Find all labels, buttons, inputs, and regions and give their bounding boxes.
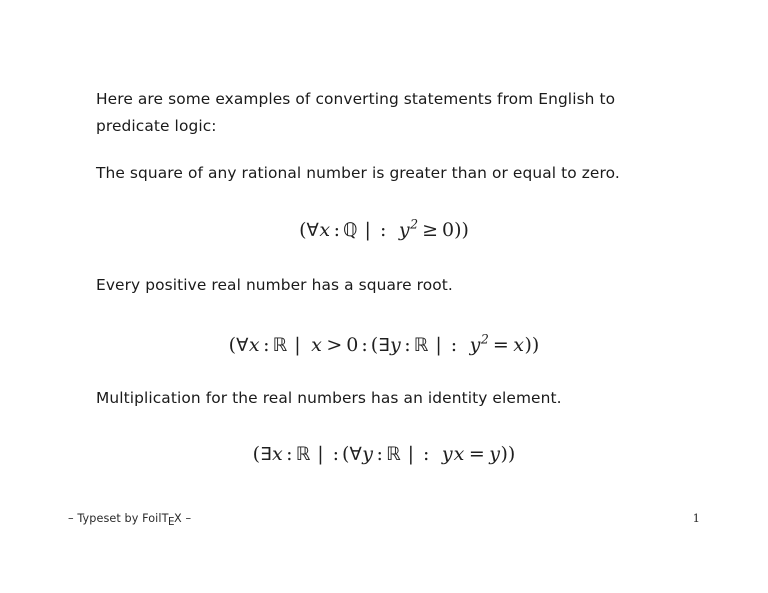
exists-icon: ∃	[260, 444, 272, 465]
reals-set-icon: ℝ	[272, 334, 288, 356]
reals-set-icon: ℝ	[413, 334, 429, 356]
statement-1: The square of any rational number is gre…	[96, 164, 620, 182]
formula-2-inner-bar: |	[435, 333, 442, 356]
formula-3-inner-bar: |	[407, 443, 414, 465]
formula-3-open-paren: (	[252, 443, 261, 465]
formula-1-body-var: y	[398, 219, 410, 241]
formula-1-exponent: 2	[410, 216, 419, 232]
forall-icon: ∀	[349, 444, 362, 465]
formula-2-range-lhs: x	[311, 333, 322, 356]
formula-2-colon-2: :	[361, 333, 368, 356]
intro-line-1: Here are some examples of converting sta…	[96, 90, 616, 108]
formula-2-inner-colon-1: :	[404, 333, 411, 356]
formula-2-colon-1: :	[263, 333, 270, 356]
slide-content: Here are some examples of converting sta…	[68, 86, 700, 465]
formula-3-colon-1: :	[286, 443, 293, 465]
reals-set-icon: ℝ	[295, 444, 311, 465]
formula-3-bar: |	[317, 443, 324, 465]
formula-1-bar: |	[364, 219, 371, 241]
page-number: 1	[692, 511, 700, 525]
equals-icon: =	[468, 443, 485, 465]
formula-3-close-parens: ))	[500, 443, 516, 465]
formula-2-bound-var: x	[248, 333, 260, 356]
formula-2-close-parens: ))	[524, 333, 540, 356]
formula-3-inner-colon-2: :	[423, 443, 430, 465]
formula-2-body-var: y	[469, 333, 481, 356]
slide-footer: – Typeset by FoilTEX – 1	[68, 511, 700, 529]
formula-2-range-rhs: 0	[346, 333, 359, 356]
equals-icon: =	[492, 333, 509, 356]
forall-icon: ∀	[236, 334, 249, 356]
formula-2-rhs: x	[513, 333, 524, 356]
geq-icon: ≥	[422, 219, 438, 241]
formula-3-bound-var: x	[271, 443, 283, 465]
formula-2: (∀x: ℝ | x >0: (∃y: ℝ |: y2 = x))	[68, 332, 700, 356]
formula-3-body-lhs-b: x	[453, 443, 465, 465]
formula-1-colon-1: :	[333, 219, 340, 241]
greater-than-icon: >	[326, 333, 343, 356]
reals-set-icon: ℝ	[385, 444, 401, 465]
typeset-credit-suffix: –	[185, 512, 192, 525]
formula-3: (∃x: ℝ |: (∀y: ℝ |: yx = y))	[68, 445, 700, 465]
intro-line-2: predicate logic:	[96, 117, 217, 135]
formula-3-rhs: y	[489, 443, 501, 465]
formula-2-bar: |	[294, 333, 301, 356]
formula-2-open-paren: (	[228, 333, 237, 356]
formula-1-open-paren: (	[299, 219, 307, 241]
intro-paragraph: Here are some examples of converting sta…	[68, 86, 700, 140]
formula-1-close-parens: ))	[454, 219, 469, 241]
formula-1-rhs: 0	[441, 219, 455, 241]
tex-logo: TEX	[162, 512, 182, 528]
formula-1: (∀x: ℚ |: y2 ≥0))	[68, 218, 700, 241]
rationals-set-icon: ℚ	[342, 220, 358, 241]
forall-icon: ∀	[306, 220, 319, 241]
tex-logo-x: X	[174, 512, 182, 525]
formula-1-bound-var: x	[319, 219, 331, 241]
formula-3-inner-var: y	[362, 443, 374, 465]
statement-3: Multiplication for the real numbers has …	[96, 389, 562, 407]
formula-3-inner-colon-1: :	[376, 443, 383, 465]
formula-2-exponent: 2	[480, 331, 489, 347]
formula-3-colon-2: :	[332, 443, 340, 465]
typeset-credit-prefix: – Typeset by Foil	[68, 512, 162, 525]
tex-logo-e: E	[167, 515, 175, 528]
formula-3-body-lhs-a: y	[441, 443, 453, 465]
formula-2-inner-colon-2: :	[450, 333, 458, 356]
statement-2: Every positive real number has a square …	[96, 275, 453, 294]
slide: Here are some examples of converting sta…	[0, 0, 768, 593]
exists-icon: ∃	[378, 334, 390, 356]
formula-1-colon-2: :	[379, 219, 387, 241]
formula-2-inner-var: y	[390, 333, 401, 356]
typeset-credit: – Typeset by FoilTEX –	[68, 512, 192, 528]
